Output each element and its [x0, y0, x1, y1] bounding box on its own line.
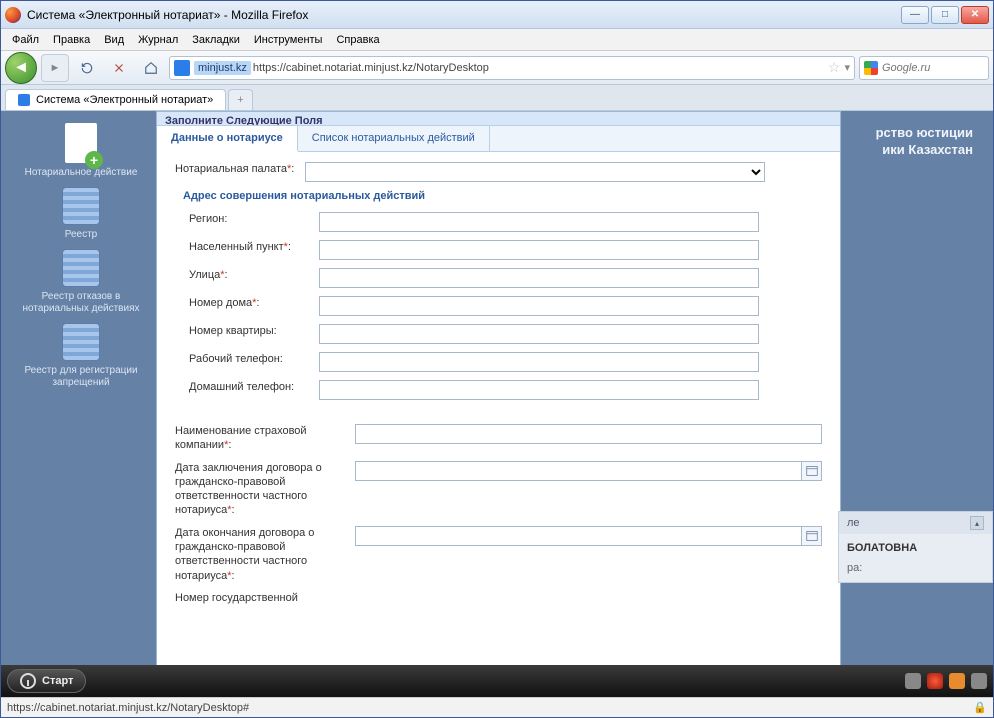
nav-toolbar: ◄ ► minjust.kz https://cabinet.notariat.… [1, 51, 993, 85]
date-end-label: Дата окончания договора о гражданско-пра… [175, 526, 355, 583]
panel-tabs: Данные о нотариусе Список нотариальных д… [157, 126, 840, 152]
date-start-calendar-button[interactable] [802, 461, 822, 481]
menu-view[interactable]: Вид [99, 32, 129, 48]
stop-button[interactable] [105, 54, 133, 82]
tab-actions-list[interactable]: Список нотариальных действий [298, 126, 490, 151]
url-bar[interactable]: minjust.kz https://cabinet.notariat.minj… [169, 56, 855, 80]
search-input[interactable] [882, 62, 962, 74]
panel-banner: Заполните Следующие Поля [157, 112, 840, 126]
homephone-input[interactable] [319, 380, 759, 400]
user-row-label: ра: [847, 562, 984, 574]
document-plus-icon [65, 123, 97, 163]
region-input[interactable] [319, 212, 759, 232]
street-input[interactable] [319, 268, 759, 288]
user-name: БОЛАТОВНА [847, 542, 984, 554]
workphone-input[interactable] [319, 352, 759, 372]
status-text: https://cabinet.notariat.minjust.kz/Nota… [7, 702, 249, 714]
street-label: Улица*: [189, 268, 319, 282]
settlement-input[interactable] [319, 240, 759, 260]
palata-select[interactable] [305, 162, 765, 182]
maximize-button[interactable]: □ [931, 6, 959, 24]
window-title: Система «Электронный нотариат» - Mozilla… [27, 8, 901, 22]
house-label: Номер дома*: [189, 296, 319, 310]
section-address-title: Адрес совершения нотариальных действий [183, 190, 822, 202]
browser-tab[interactable]: Система «Электронный нотариат» [5, 89, 226, 110]
firefox-icon [5, 7, 21, 23]
reload-button[interactable] [73, 54, 101, 82]
status-bar: https://cabinet.notariat.minjust.kz/Nota… [1, 697, 993, 717]
tray-icon[interactable] [971, 673, 987, 689]
sidebar-item-ban-registry[interactable]: Реестр для регистрации запрещений [1, 323, 161, 389]
calendar-icon [62, 187, 100, 225]
menu-bookmarks[interactable]: Закладки [187, 32, 245, 48]
menu-history[interactable]: Журнал [133, 32, 183, 48]
insurance-input[interactable] [355, 424, 822, 444]
os-taskbar: Старт [1, 665, 993, 697]
google-icon [864, 61, 878, 75]
apt-label: Номер квартиры: [189, 324, 319, 338]
app-sidebar: Нотариальное действие Реестр Реестр отка… [1, 111, 161, 665]
date-start-input[interactable] [355, 461, 802, 481]
gov-num-label: Номер государственной [175, 591, 355, 605]
date-start-label: Дата заключения договора о гражданско-пр… [175, 461, 355, 518]
home-button[interactable] [137, 54, 165, 82]
user-panel-header: ле [847, 517, 860, 529]
form-scroll-area[interactable]: Нотариальная палата*: Адрес совершения н… [157, 152, 840, 665]
menu-bar: Файл Правка Вид Журнал Закладки Инструме… [1, 29, 993, 51]
sidebar-item-registry[interactable]: Реестр [1, 187, 161, 241]
close-button[interactable]: ✕ [961, 6, 989, 24]
tab-favicon-icon [18, 94, 30, 106]
power-icon [20, 673, 36, 689]
date-end-input[interactable] [355, 526, 802, 546]
back-button[interactable]: ◄ [5, 52, 37, 84]
insurance-label: Наименование страховой компании*: [175, 424, 355, 453]
tray-icon[interactable] [949, 673, 965, 689]
main-form-panel: Заполните Следующие Поля Данные о нотари… [156, 111, 841, 665]
collapse-button[interactable]: ▴ [970, 516, 984, 530]
sidebar-item-refusal-registry[interactable]: Реестр отказов в нотариальных действиях [1, 249, 161, 315]
tab-label: Система «Электронный нотариат» [36, 94, 213, 106]
ministry-label: рство юстицииики Казахстан [876, 125, 973, 159]
new-tab-button[interactable]: + [228, 89, 252, 110]
calendar-icon [62, 249, 100, 287]
system-tray [905, 673, 987, 689]
url-host: minjust.kz [194, 61, 251, 75]
bookmark-star-icon[interactable]: ☆ [828, 59, 841, 76]
menu-help[interactable]: Справка [331, 32, 384, 48]
house-input[interactable] [319, 296, 759, 316]
palata-label: Нотариальная палата*: [175, 162, 305, 176]
apt-input[interactable] [319, 324, 759, 344]
homephone-label: Домашний телефон: [189, 380, 319, 394]
tab-notary-data[interactable]: Данные о нотариусе [157, 126, 298, 152]
page-content: рство юстицииики Казахстан Нотариальное … [1, 111, 993, 665]
workphone-label: Рабочий телефон: [189, 352, 319, 366]
settlement-label: Населенный пункт*: [189, 240, 319, 254]
sidebar-item-notary-action[interactable]: Нотариальное действие [1, 123, 161, 179]
tray-icon[interactable] [927, 673, 943, 689]
forward-button[interactable]: ► [41, 54, 69, 82]
url-path: https://cabinet.notariat.minjust.kz/Nota… [253, 62, 489, 74]
menu-edit[interactable]: Правка [48, 32, 95, 48]
region-label: Регион: [189, 212, 319, 226]
menu-file[interactable]: Файл [7, 32, 44, 48]
minimize-button[interactable]: — [901, 6, 929, 24]
calendar-icon [62, 323, 100, 361]
date-end-calendar-button[interactable] [802, 526, 822, 546]
tray-icon[interactable] [905, 673, 921, 689]
menu-tools[interactable]: Инструменты [249, 32, 328, 48]
user-panel: ле ▴ БОЛАТОВНА ра: [838, 511, 993, 583]
site-favicon-icon [174, 60, 190, 76]
lock-icon: 🔒 [973, 701, 987, 714]
start-button[interactable]: Старт [7, 669, 86, 693]
url-dropdown-icon[interactable]: ▾ [844, 61, 850, 74]
window-titlebar: Система «Электронный нотариат» - Mozilla… [1, 1, 993, 29]
search-bar[interactable] [859, 56, 989, 80]
tab-strip: Система «Электронный нотариат» + [1, 85, 993, 111]
